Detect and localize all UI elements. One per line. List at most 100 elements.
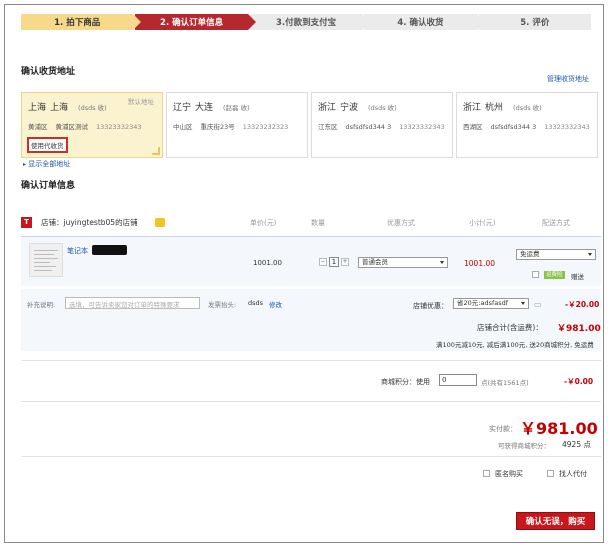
points-amount: -￥0.00 — [564, 377, 594, 386]
use-agent-delivery-button[interactable]: 使用代收货 — [27, 137, 68, 153]
discount-select[interactable]: 普通会员 — [358, 257, 448, 268]
address-receiver: (赵磊 收) — [223, 104, 250, 112]
quantity-decrease-button[interactable]: − — [319, 258, 327, 266]
quantity-input[interactable]: 1 — [329, 257, 339, 267]
address-street: 重庆街23号 — [200, 123, 235, 131]
step-5: 5. 评价 — [478, 14, 592, 30]
address-list: 上海 上海 (dsds 收) 黄浦区 黄浦区测试 13323332343 默认地… — [21, 92, 601, 160]
item-subtotal: 1001.00 — [464, 259, 496, 268]
address-card-3[interactable]: 浙江 宁波 (dsds 收) 江东区 dsfsdfsd344 3 1332333… — [311, 92, 453, 158]
shop-total: ￥981.00 — [557, 324, 601, 334]
address-card-1[interactable]: 上海 上海 (dsds 收) 黄浦区 黄浦区测试 13323332343 默认地… — [21, 92, 163, 158]
remark-input[interactable]: 选填，可告诉卖家您对订单的特殊要求 — [65, 297, 200, 309]
shipping-select[interactable]: 免运费 — [516, 249, 596, 260]
show-all-address-link[interactable]: ▸ 显示全部地址 — [23, 159, 70, 169]
shop-total-label: 店铺合计(含运费)： — [477, 323, 543, 332]
address-province: 浙江 — [318, 103, 337, 113]
chevron-down-icon — [521, 302, 525, 305]
product-name-link[interactable]: 笔记本 — [67, 246, 88, 256]
address-card-2[interactable]: 辽宁 大连 (赵磊 收) 中山区 重庆街23号 13323232323 — [166, 92, 308, 158]
anonymous-checkbox[interactable] — [483, 470, 490, 477]
product-thumbnail[interactable] — [29, 243, 63, 277]
earn-points-label: 可获得商城积分： — [498, 442, 550, 450]
coupon-selected-value: 省20元:adsfasdf — [457, 299, 509, 307]
address-street: dsfsdfsd344 3 — [345, 123, 392, 131]
points-input[interactable]: 0 — [439, 374, 477, 386]
proxy-pay-checkbox[interactable] — [547, 470, 554, 477]
shop-coupon-select[interactable]: 省20元:adsfasdf — [453, 298, 529, 309]
order-confirm-page: 1. 拍下商品 2. 确认订单信息 3.付款到支付宝 4. 确认收货 5. 评价… — [4, 4, 604, 543]
coupon-amount: -￥20.00 — [565, 300, 600, 309]
address-province: 上海 — [28, 103, 47, 113]
address-card-4[interactable]: 浙江 杭州 (dsds 收) 西湖区 dsfsdfsd344 3 1332333… — [456, 92, 598, 158]
wangwang-chat-icon[interactable] — [155, 218, 165, 227]
address-city: 宁波 — [340, 103, 359, 113]
col-shipping: 配送方式 — [542, 219, 570, 227]
address-city: 大连 — [195, 103, 214, 113]
manage-address-link[interactable]: 管理收货地址 — [547, 74, 589, 84]
chevron-down-icon — [440, 261, 444, 264]
divider — [21, 456, 601, 457]
address-district: 中山区 — [173, 123, 193, 131]
freight-insurance-tag: 运费险 — [544, 271, 565, 279]
step-1: 1. 拍下商品 — [21, 14, 142, 30]
redacted-text — [92, 245, 127, 255]
address-province: 浙江 — [463, 103, 482, 113]
earn-points-value: 4925 点 — [562, 440, 591, 449]
address-city: 杭州 — [485, 103, 504, 113]
confirm-purchase-button[interactable]: 确认无误，购买 — [516, 512, 595, 530]
discount-selected-value: 普通会员 — [362, 258, 388, 266]
address-city: 上海 — [50, 103, 69, 113]
address-province: 辽宁 — [173, 103, 192, 113]
address-district: 江东区 — [318, 123, 338, 131]
col-unit-price: 单价(元) — [250, 219, 277, 227]
show-all-address-label: 显示全部地址 — [28, 160, 71, 168]
address-street: dsfsdfsd344 3 — [490, 123, 537, 131]
col-discount: 优惠方式 — [387, 219, 415, 227]
remark-label: 补充说明: — [27, 301, 56, 309]
address-phone: 13323332343 — [544, 123, 590, 131]
remark-invoice-row: 补充说明: 选填，可告诉卖家您对订单的特殊要求 发票抬头: dsds 修改 店铺… — [21, 289, 601, 351]
promo-text: 满100元减10元, 减后满100元, 送20商城积分, 免运费 — [436, 341, 594, 349]
quantity-increase-button[interactable]: + — [341, 258, 349, 266]
col-quantity: 数量 — [311, 219, 325, 227]
address-section-title: 确认收货地址 — [21, 67, 76, 77]
coupon-info-icon[interactable]: ▭ — [534, 300, 542, 309]
divider — [21, 360, 601, 361]
address-street: 黄浦区测试 — [55, 123, 89, 131]
pay-total: ￥981.00 — [520, 419, 598, 438]
address-phone: 13323332343 — [96, 123, 142, 131]
anonymous-label: 匿名购买 — [495, 470, 523, 478]
quantity-stepper[interactable]: − 1 + — [319, 257, 349, 267]
triangle-right-icon: ▸ — [23, 161, 27, 168]
shop-coupon-label: 店铺优惠： — [413, 302, 448, 310]
address-receiver: (dsds 收) — [368, 104, 397, 112]
default-address-label: 默认地址 — [128, 98, 154, 106]
chevron-down-icon — [588, 253, 592, 256]
address-receiver: (dsds 收) — [78, 104, 107, 112]
order-item-row: 笔记本 1001.00 − 1 + 普通会员 1001.00 免运费 运费险 赠… — [21, 236, 601, 286]
shipping-selected-value: 免运费 — [520, 250, 540, 258]
selected-corner-icon — [152, 147, 160, 155]
invoice-value: dsds — [248, 299, 264, 307]
points-available: 点(共有1561点) — [481, 379, 529, 387]
unit-price: 1001.00 — [253, 259, 282, 267]
gift-label: 赠送 — [571, 273, 584, 281]
tmall-shop-icon: T — [21, 217, 32, 228]
divider — [21, 401, 601, 402]
address-phone: 13323232323 — [242, 123, 289, 131]
progress-steps: 1. 拍下商品 2. 确认订单信息 3.付款到支付宝 4. 确认收货 5. 评价 — [21, 14, 593, 30]
freight-insurance-checkbox[interactable] — [532, 271, 539, 278]
address-receiver: (dsds 收) — [513, 104, 542, 112]
invoice-edit-link[interactable]: 修改 — [269, 299, 282, 309]
points-label: 商城积分：使用 — [381, 378, 430, 386]
order-section-title: 确认订单信息 — [21, 181, 76, 191]
address-district: 黄浦区 — [28, 123, 48, 131]
address-phone: 13323332343 — [399, 123, 445, 131]
pay-total-label: 实付款： — [489, 425, 517, 433]
proxy-pay-label: 找人代付 — [559, 470, 587, 478]
invoice-label: 发票抬头: — [208, 301, 237, 309]
step-3: 3.付款到支付宝 — [249, 14, 371, 30]
remark-placeholder: 选填，可告诉卖家您对订单的特殊要求 — [69, 301, 180, 309]
step-2: 2. 确认订单信息 — [135, 14, 256, 30]
